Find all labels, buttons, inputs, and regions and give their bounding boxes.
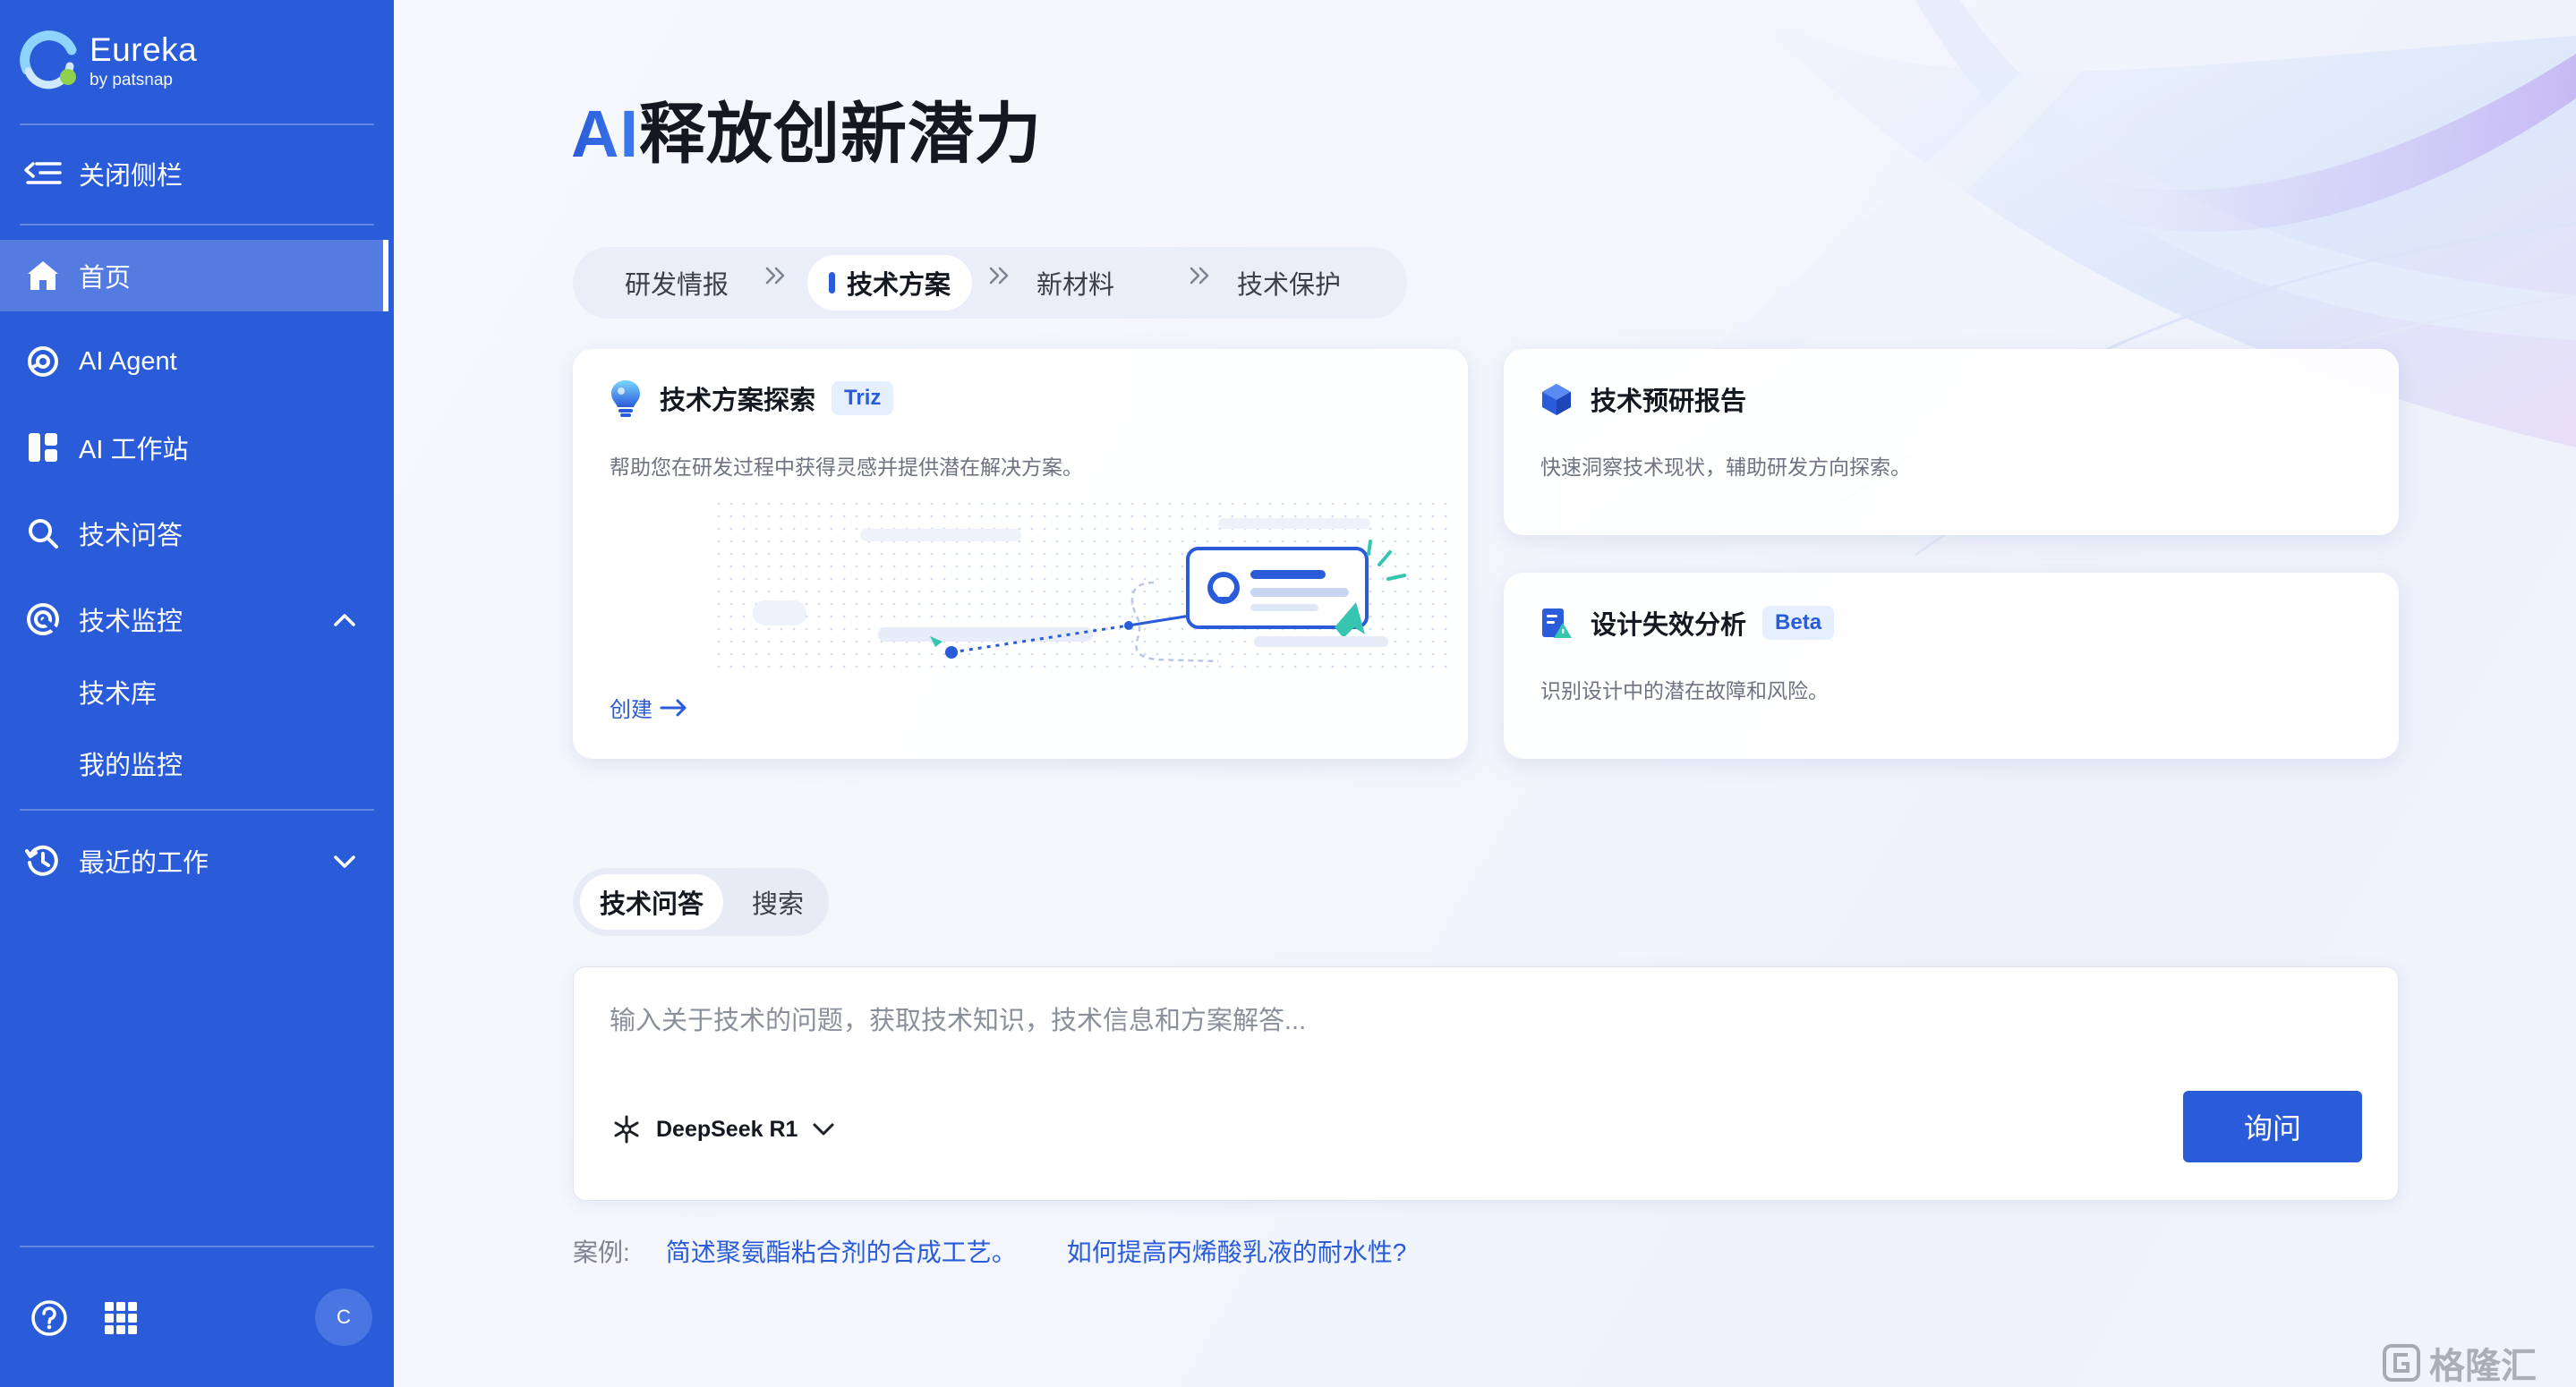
divider: [20, 1246, 374, 1247]
example-link[interactable]: 如何提高丙烯酸乳液的耐水性?: [1067, 1233, 1407, 1269]
card-design-failure-analysis[interactable]: 设计失效分析 Beta 识别设计中的潜在故障和风险。: [1504, 573, 2399, 759]
sidebar-item-label: AI 工作站: [79, 436, 189, 464]
card-description: 识别设计中的潜在故障和风险。: [1540, 679, 1829, 702]
close-sidebar-button[interactable]: 关闭侧栏: [0, 138, 388, 209]
brand-name: Eureka: [90, 31, 198, 68]
workflow-steps: 研发情报 技术方案 新材料 技术保护: [573, 247, 1407, 319]
double-chevron-icon: [765, 267, 785, 285]
beta-badge: Beta: [1762, 606, 1835, 640]
watermark-text: 格隆汇: [2429, 1347, 2537, 1386]
sidebar-item-tech-qa[interactable]: 技术问答: [0, 498, 388, 569]
arrow-right-icon: [660, 699, 687, 716]
brand-sub: by patsnap: [90, 71, 173, 89]
lightbulb-icon: [610, 379, 642, 418]
chevron-up-icon[interactable]: [333, 605, 356, 634]
avatar[interactable]: C: [315, 1289, 372, 1346]
workstation-icon: [23, 428, 63, 467]
watermark: 格隆汇: [2381, 1337, 2537, 1387]
model-name: DeepSeek R1: [656, 1116, 798, 1142]
question-input[interactable]: [610, 1007, 2310, 1036]
step-new-materials[interactable]: 新材料: [1036, 255, 1114, 311]
failure-analysis-icon: [1539, 605, 1574, 641]
main-content: AI释放创新潜力 研发情报 技术方案 新材料 技术保护 技术方案探索 Triz …: [394, 0, 2576, 1387]
tab-tech-qa[interactable]: 技术问答: [580, 874, 724, 930]
tab-search[interactable]: 搜索: [752, 874, 804, 930]
apps-grid-icon[interactable]: [104, 1301, 138, 1340]
triz-badge: Triz: [832, 381, 894, 415]
sidebar: Eureka by patsnap 关闭侧栏 首页 AI Agent AI 工作…: [0, 0, 394, 1387]
card-title: 技术方案探索: [660, 387, 816, 415]
gelonghui-logo-icon: [2383, 1344, 2420, 1382]
eureka-logo-icon: [20, 30, 81, 91]
create-label: 创建: [610, 698, 653, 722]
sidebar-subitem-my-monitor[interactable]: 我的监控: [79, 745, 183, 782]
help-icon[interactable]: [30, 1299, 68, 1341]
example-questions: 案例: 简述聚氨酯粘合剂的合成工艺。 如何提高丙烯酸乳液的耐水性?: [573, 1233, 1456, 1269]
logo[interactable]: Eureka by patsnap: [20, 30, 197, 91]
search-icon: [23, 514, 63, 553]
card-tech-pre-research-report[interactable]: 技术预研报告 快速洞察技术现状，辅助研发方向探索。: [1504, 349, 2399, 535]
sidebar-item-label: 最近的工作: [79, 849, 209, 878]
query-mode-tabs: 技术问答 搜索: [573, 868, 829, 936]
step-tech-protection[interactable]: 技术保护: [1237, 255, 1341, 311]
chevron-down-icon[interactable]: [333, 847, 356, 876]
divider: [20, 224, 374, 225]
close-sidebar-label: 关闭侧栏: [79, 162, 183, 191]
sidebar-item-recent-work[interactable]: 最近的工作: [0, 825, 388, 897]
solution-flow-illustration: [717, 502, 1451, 672]
headline-ai: AI: [571, 97, 639, 171]
model-selector[interactable]: DeepSeek R1: [611, 1114, 835, 1144]
step-tech-solution[interactable]: 技术方案: [807, 255, 973, 311]
chevron-down-icon: [813, 1123, 834, 1136]
report-cube-icon: [1539, 381, 1574, 417]
card-tech-solution-explore[interactable]: 技术方案探索 Triz 帮助您在研发过程中获得灵感并提供潜在解决方案。 创建: [573, 349, 1468, 759]
example-link[interactable]: 简述聚氨酯粘合剂的合成工艺。: [666, 1233, 1017, 1269]
sidebar-item-tech-monitor[interactable]: 技术监控: [0, 583, 388, 655]
step-rd-intelligence[interactable]: 研发情报: [625, 255, 729, 311]
page-title: AI释放创新潜力: [571, 81, 1042, 176]
card-description: 快速洞察技术现状，辅助研发方向探索。: [1540, 455, 1911, 479]
ask-button[interactable]: 询问: [2183, 1091, 2362, 1162]
agent-icon: [23, 342, 63, 381]
create-button[interactable]: 创建: [610, 692, 688, 723]
sidebar-item-label: 首页: [79, 264, 132, 293]
sidebar-item-ai-agent[interactable]: AI Agent: [0, 326, 388, 397]
card-title: 设计失效分析: [1591, 611, 1747, 640]
deepseek-model-icon: [614, 1115, 639, 1144]
sidebar-item-home[interactable]: 首页: [0, 240, 388, 311]
card-description: 帮助您在研发过程中获得灵感并提供潜在解决方案。: [610, 455, 1083, 479]
double-chevron-icon: [1190, 267, 1209, 285]
sidebar-subitem-tech-library[interactable]: 技术库: [79, 673, 157, 711]
sidebar-item-ai-workstation[interactable]: AI 工作站: [0, 412, 388, 483]
sidebar-item-label: 技术问答: [79, 522, 183, 550]
headline-text: 释放创新潜力: [639, 97, 1042, 171]
examples-label: 案例:: [573, 1238, 630, 1266]
query-box: DeepSeek R1 询问: [573, 966, 2399, 1201]
divider: [20, 809, 374, 811]
sidebar-item-label: 技术监控: [79, 608, 183, 636]
sidebar-item-label: AI Agent: [79, 346, 177, 376]
monitor-icon: [23, 600, 63, 639]
card-title: 技术预研报告: [1591, 387, 1747, 416]
home-icon: [23, 256, 63, 295]
double-chevron-icon: [989, 267, 1009, 285]
history-icon: [23, 841, 63, 881]
collapse-sidebar-icon: [23, 154, 63, 193]
divider: [20, 123, 374, 125]
